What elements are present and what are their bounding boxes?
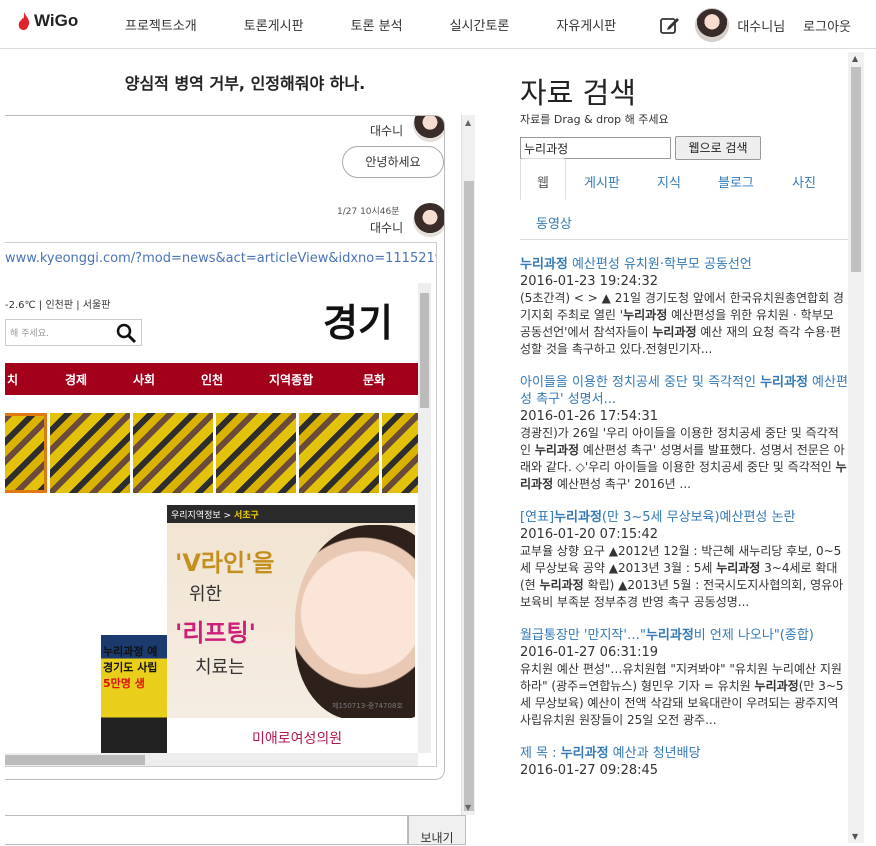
message-sender: 대수니	[370, 221, 404, 235]
scroll-down-icon[interactable]: ▼	[465, 803, 471, 812]
shared-webpage-card[interactable]: www.kyeonggi.com/?mod=news&act=articleVi…	[5, 242, 437, 767]
tab-blog[interactable]: 블로그	[718, 172, 754, 191]
menu-item-debate-analysis[interactable]: 토론 분석	[351, 15, 403, 34]
scroll-up-icon[interactable]: ▲	[852, 54, 858, 63]
result-title-link[interactable]: 제 목 : 누리과정 예산과 청년배당	[520, 745, 848, 762]
photo-thumbnail[interactable]	[299, 413, 379, 493]
search-result: 제 목 : 누리과정 예산과 청년배당 2016-01-27 09:28:45	[520, 745, 848, 779]
edit-icon[interactable]	[659, 14, 681, 36]
photo-thumbnail[interactable]	[133, 413, 213, 493]
shared-url[interactable]: www.kyeonggi.com/?mod=news&act=articleVi…	[5, 251, 436, 266]
logo[interactable]: WiGo	[18, 11, 78, 31]
weather-edition: -2.6℃ | 인천판 | 서울판	[5, 300, 111, 311]
result-snippet: (5초간격) < > ▲ 21일 경기도청 앞에서 한국유치원총연합회 경기지회…	[520, 291, 844, 356]
ad-headline: 치료는	[195, 657, 245, 678]
results-scrollbar[interactable]: ▲ ▼	[848, 52, 864, 843]
search-result: 누리과정 예산편성 유치원·학부모 공동선언 2016-01-23 19:24:3…	[520, 256, 848, 358]
result-title-link[interactable]: 누리과정 예산편성 유치원·학부모 공동선언	[520, 256, 848, 273]
result-date: 2016-01-26 17:54:31	[520, 409, 659, 424]
search-tabs: 웹 게시판 지식 블로그 사진 동영상	[520, 158, 848, 240]
menu-item-project[interactable]: 프로젝트소개	[125, 15, 197, 34]
search-panel-subtitle: 자료를 Drag & drop 해 주세요	[520, 113, 669, 126]
send-button[interactable]: 보내기	[408, 815, 466, 845]
ad-header: 우리지역정보 > 서초구	[167, 505, 415, 523]
chat-scrollbar[interactable]: ▲ ▼	[461, 115, 475, 815]
photo-thumbnail[interactable]	[5, 413, 47, 493]
ad-headline: 'V라인'을	[175, 549, 275, 577]
tab-knowledge[interactable]: 지식	[657, 172, 681, 191]
ad-clinic-name: 미애로여성의원	[167, 718, 415, 755]
result-title-link[interactable]: [연표]누리과정(만 3~5세 무상보육)예산편성 논란	[520, 509, 848, 526]
advertisement[interactable]: 우리지역정보 > 서초구 'V라인'을 위한 '리프팅' 치료는 제150713…	[167, 505, 415, 755]
sender-avatar	[413, 203, 444, 237]
search-result: 월급통장만 '만지작'…"누리과정비 언제 나오나"(종합) 2016-01-27…	[520, 627, 848, 729]
result-snippet: 유치원 예산 편성"…유치원협 "지켜봐야" "유치원 누리예산 지원하라" (…	[520, 662, 844, 727]
logout-link[interactable]: 로그아웃	[803, 16, 851, 35]
menu-item-live-debate[interactable]: 실시간토론	[450, 15, 510, 34]
webpage-horizontal-scrollbar[interactable]	[5, 753, 418, 766]
ad-headline: 위한	[189, 584, 223, 605]
protest-sign-text: 경기도 사립	[103, 661, 158, 674]
photo-thumbnail[interactable]	[382, 413, 420, 493]
newspaper-menu-item[interactable]: 인천	[201, 371, 223, 388]
ad-headline: '리프팅'	[175, 619, 256, 647]
ad-model-photo	[295, 525, 415, 720]
search-result: [연표]누리과정(만 3~5세 무상보육)예산편성 논란 2016-01-20 0…	[520, 509, 848, 611]
search-result: 아이들을 이용한 정치공세 중단 및 즉각적인 누리과정 예산편성 촉구' 성명…	[520, 374, 848, 493]
webpage-vertical-scrollbar[interactable]	[418, 283, 431, 753]
scroll-up-icon[interactable]: ▲	[465, 118, 471, 127]
message-time: 1/27 10시46분	[337, 207, 400, 217]
result-date: 2016-01-27 06:31:19	[520, 645, 659, 660]
result-date: 2016-01-27 09:28:45	[520, 763, 659, 778]
result-title-link[interactable]: 월급통장만 '만지작'…"누리과정비 언제 나오나"(종합)	[520, 627, 848, 644]
newspaper-menu-item[interactable]: 문화	[363, 371, 385, 388]
search-results: 누리과정 예산편성 유치원·학부모 공동선언 2016-01-23 19:24:3…	[520, 256, 848, 795]
sender-avatar	[413, 116, 444, 142]
flame-icon	[18, 12, 30, 30]
result-snippet: 교부율 상향 요구 ▲2012년 12월 : 박근혜 새누리당 후보, 0~5세…	[520, 544, 844, 609]
chat-window: 대수니 안녕하세요 1/27 10시46분 대수니 www.kyeonggi.c…	[5, 115, 445, 780]
scrollbar-thumb[interactable]	[851, 67, 861, 272]
avatar[interactable]	[695, 8, 730, 42]
debate-title: 양심적 병역 거부, 인정해줘야 하나.	[124, 74, 366, 93]
protest-photo: 누리과정 예 경기도 사립 5만명 생	[101, 635, 167, 753]
message-bubble: 안녕하세요	[342, 146, 444, 178]
tab-web[interactable]: 웹	[520, 158, 566, 200]
tab-photo[interactable]: 사진	[792, 172, 816, 191]
photo-strip	[5, 413, 420, 495]
result-date: 2016-01-20 07:15:42	[520, 527, 659, 542]
newspaper-menu-item[interactable]: 사회	[133, 371, 155, 388]
scrollbar-thumb[interactable]	[464, 181, 474, 811]
menu-item-free-board[interactable]: 자유게시판	[556, 15, 616, 34]
message-sender: 대수니	[370, 124, 404, 138]
protest-sign-text: 5만명 생	[103, 677, 145, 690]
web-search-button[interactable]: 웹으로 검색	[675, 136, 761, 160]
photo-thumbnail[interactable]	[50, 413, 130, 493]
result-snippet: 경광진)가 26일 '우리 아이들을 이용한 정치공세 중단 및 즉각적인 누리…	[520, 426, 847, 491]
ad-license: 제150713-중74708호	[332, 702, 403, 710]
newspaper-menu-item[interactable]: 치	[7, 371, 18, 388]
menu-item-debate-board[interactable]: 토론게시판	[244, 15, 304, 34]
search-panel-title: 자료 검색	[520, 76, 636, 110]
top-nav: WiGo 프로젝트소개 토론게시판 토론 분석 실시간토론 자유게시판 대수니님…	[0, 0, 876, 49]
scroll-down-icon[interactable]: ▼	[852, 832, 858, 841]
photo-thumbnail[interactable]	[216, 413, 296, 493]
chat-input[interactable]	[5, 815, 408, 845]
result-title-link[interactable]: 아이들을 이용한 정치공세 중단 및 즉각적인 누리과정 예산편성 촉구' 성명…	[520, 374, 848, 408]
logo-text: WiGo	[34, 11, 79, 30]
tab-video[interactable]: 동영상	[536, 213, 572, 232]
tab-board[interactable]: 게시판	[584, 172, 620, 191]
newspaper-masthead: 경기	[323, 303, 418, 343]
protest-sign-text: 누리과정 예	[103, 645, 158, 658]
main-menu: 프로젝트소개 토론게시판 토론 분석 실시간토론 자유게시판	[125, 15, 663, 34]
newspaper-menu-item[interactable]: 지역종합	[269, 371, 313, 388]
search-icon[interactable]	[115, 322, 137, 344]
search-input[interactable]: 누리과정	[520, 137, 671, 159]
username[interactable]: 대수니님	[737, 16, 785, 35]
newspaper-menu: 치 경제 사회 인천 지역종합 문화	[5, 363, 420, 395]
user-area: 대수니님 로그아웃	[659, 8, 851, 42]
result-date: 2016-01-23 19:24:32	[520, 274, 659, 289]
newspaper-menu-item[interactable]: 경제	[65, 371, 87, 388]
